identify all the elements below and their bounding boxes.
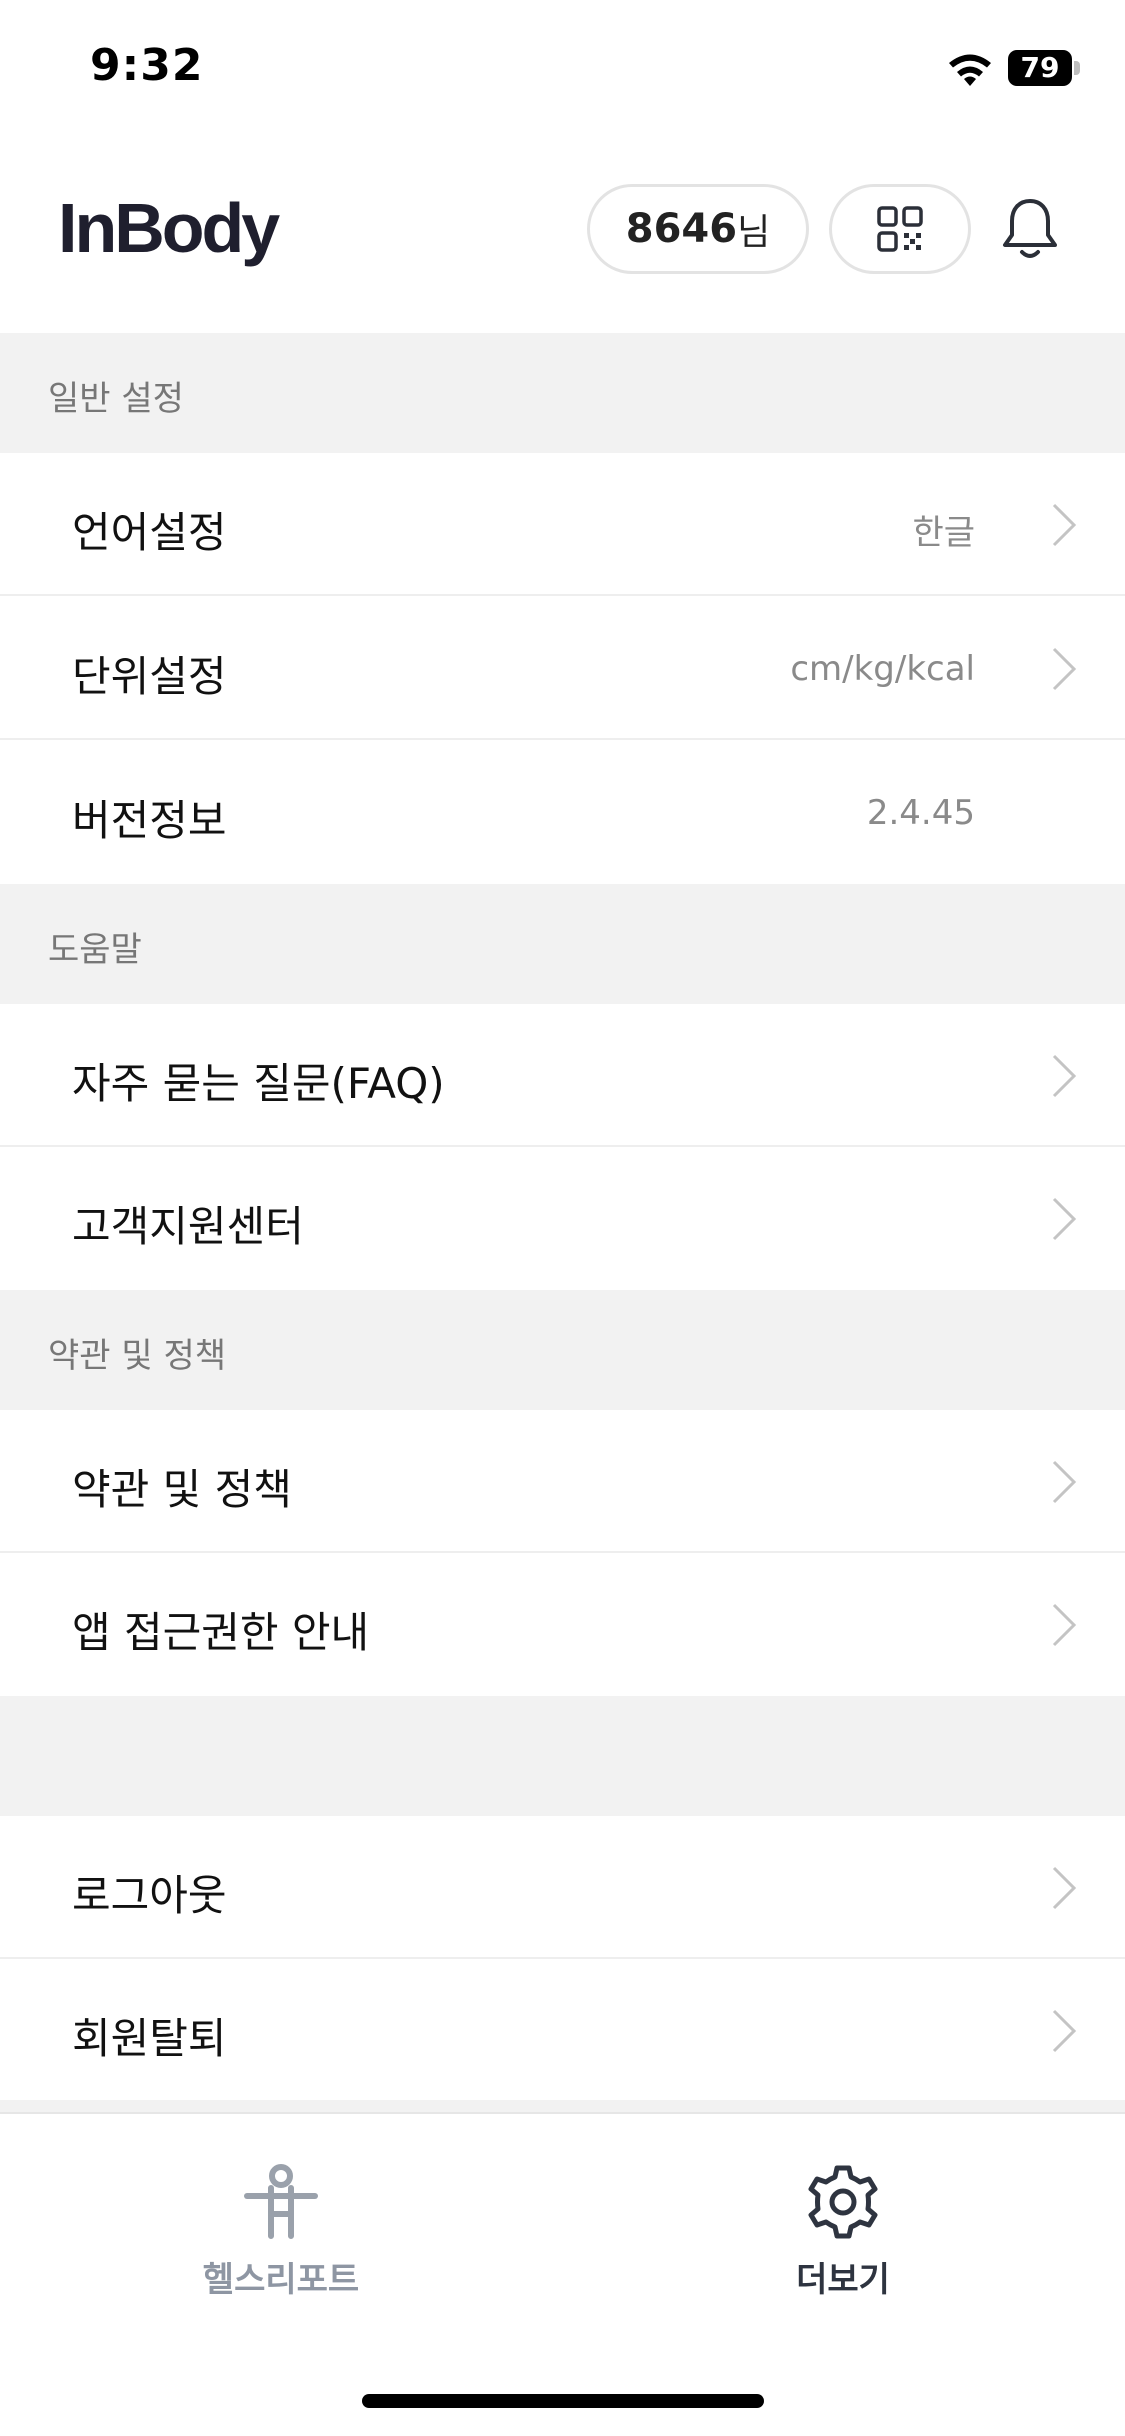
battery-level: 79: [1020, 51, 1060, 84]
tab-more[interactable]: 더보기: [562, 2114, 1124, 2314]
chevron-right-icon: [1052, 1054, 1077, 1098]
notification-bell-button[interactable]: [995, 190, 1065, 270]
section-title: 약관 및 정책: [48, 1336, 227, 1376]
status-bar: 9:32 79: [0, 0, 1125, 140]
settings-screen: 9:32 79 InBody 8646 님 일반 설정 언어설정 한글 단위설정…: [0, 0, 1125, 2436]
gear-icon: [808, 2165, 878, 2239]
row-version: 버전정보 2.4.45: [0, 741, 1125, 884]
tab-health-report[interactable]: 헬스리포트: [0, 2114, 562, 2314]
chevron-right-icon: [1052, 647, 1077, 691]
battery-tip: [1074, 61, 1080, 75]
row-label: 회원탈퇴: [72, 2014, 227, 2063]
user-chip-button[interactable]: 8646 님: [587, 184, 809, 274]
row-logout[interactable]: 로그아웃: [0, 1816, 1125, 1959]
row-label: 앱 접근권한 안내: [72, 1608, 370, 1657]
app-header: InBody 8646 님: [0, 160, 1125, 330]
row-units[interactable]: 단위설정 cm/kg/kcal: [0, 597, 1125, 740]
row-value: 한글: [912, 513, 975, 553]
row-label: 고객지원센터: [72, 1202, 304, 1251]
row-customer-support[interactable]: 고객지원센터: [0, 1147, 1125, 1290]
row-label: 로그아웃: [72, 1871, 227, 1920]
row-label: 자주 묻는 질문(FAQ): [72, 1059, 445, 1108]
section-bottom-gap: [0, 2100, 1125, 2112]
chevron-right-icon: [1052, 1460, 1077, 1504]
row-value: cm/kg/kcal: [790, 649, 975, 689]
row-label: 언어설정: [72, 508, 227, 557]
row-app-permissions[interactable]: 앱 접근권한 안내: [0, 1553, 1125, 1696]
chevron-right-icon: [1052, 503, 1077, 547]
status-time: 9:32: [90, 40, 204, 91]
inbody-logo: InBody: [58, 189, 280, 267]
chevron-right-icon: [1052, 2009, 1077, 2053]
chevron-right-icon: [1052, 1866, 1077, 1910]
row-language[interactable]: 언어설정 한글: [0, 453, 1125, 596]
section-help: 도움말: [0, 884, 1125, 1004]
row-label: 버전정보: [72, 796, 227, 845]
home-indicator: [362, 2394, 764, 2408]
section-general-settings: 일반 설정: [0, 333, 1125, 453]
qr-code-button[interactable]: [829, 184, 971, 274]
chevron-right-icon: [1052, 1197, 1077, 1241]
user-number: 8646: [625, 206, 738, 252]
qr-code-icon: [877, 206, 923, 252]
row-faq[interactable]: 자주 묻는 질문(FAQ): [0, 1004, 1125, 1147]
row-withdraw[interactable]: 회원탈퇴: [0, 1959, 1125, 2102]
wifi-icon: [949, 54, 991, 86]
row-label: 약관 및 정책: [72, 1465, 292, 1514]
tab-label: 더보기: [796, 2260, 890, 2300]
section-spacer: [0, 1696, 1125, 1816]
section-title: 일반 설정: [48, 379, 184, 419]
bell-icon: [1003, 199, 1057, 258]
bottom-nav: 헬스리포트 더보기: [0, 2112, 1125, 2436]
row-value: 2.4.45: [866, 793, 975, 833]
row-label: 단위설정: [72, 652, 227, 701]
tab-label: 헬스리포트: [202, 2260, 360, 2300]
row-terms[interactable]: 약관 및 정책: [0, 1410, 1125, 1553]
section-title: 도움말: [48, 930, 142, 970]
person-icon: [244, 2164, 318, 2239]
user-suffix: 님: [737, 212, 771, 253]
section-terms-policy: 약관 및 정책: [0, 1290, 1125, 1410]
battery-icon: 79: [1008, 50, 1080, 86]
chevron-right-icon: [1052, 1603, 1077, 1647]
